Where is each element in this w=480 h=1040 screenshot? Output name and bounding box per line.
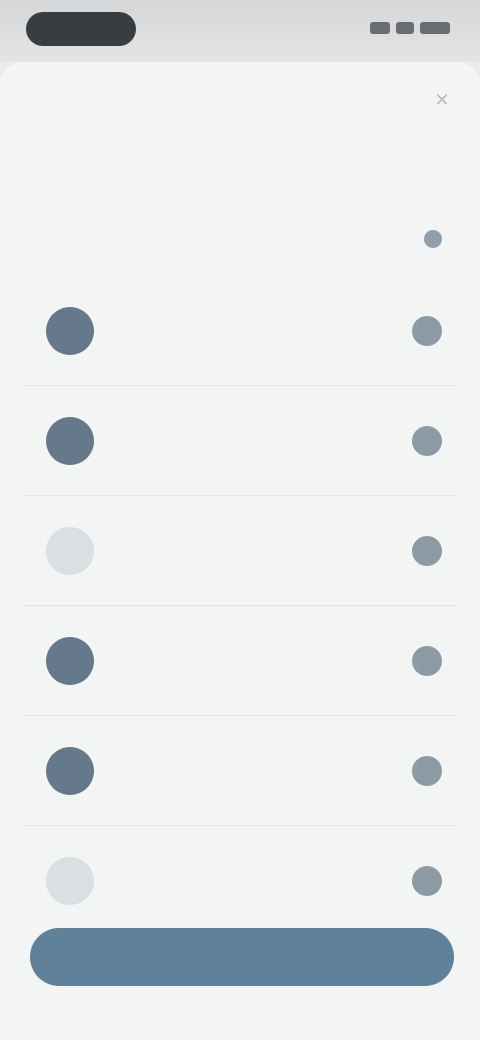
avatar [46, 416, 94, 465]
item-toggle[interactable] [412, 315, 442, 346]
status-icons [358, 20, 450, 36]
list-item[interactable] [22, 826, 458, 936]
item-toggle[interactable] [412, 645, 442, 676]
avatar [46, 746, 94, 795]
battery-icon [420, 22, 450, 34]
status-bar [0, 0, 480, 62]
avatar [46, 636, 94, 685]
list-item[interactable] [22, 386, 458, 496]
item-toggle[interactable] [412, 755, 442, 786]
list-item[interactable] [22, 716, 458, 826]
list-item[interactable] [22, 496, 458, 606]
primary-button[interactable] [30, 928, 454, 986]
item-toggle[interactable] [412, 535, 442, 566]
signal-icon [370, 22, 390, 34]
bottom-sheet: ✕ [0, 62, 480, 1040]
avatar [46, 857, 94, 905]
dynamic-island [26, 12, 136, 46]
item-toggle[interactable] [412, 425, 442, 456]
avatar [46, 306, 94, 355]
item-toggle[interactable] [412, 866, 442, 896]
list-item[interactable] [22, 276, 458, 386]
avatar [46, 526, 94, 575]
item-list [22, 276, 458, 936]
list-item[interactable] [22, 606, 458, 716]
select-all-icon [424, 230, 442, 248]
section-action[interactable] [424, 230, 450, 248]
close-icon[interactable]: ✕ [428, 86, 456, 114]
wifi-icon [396, 22, 414, 34]
